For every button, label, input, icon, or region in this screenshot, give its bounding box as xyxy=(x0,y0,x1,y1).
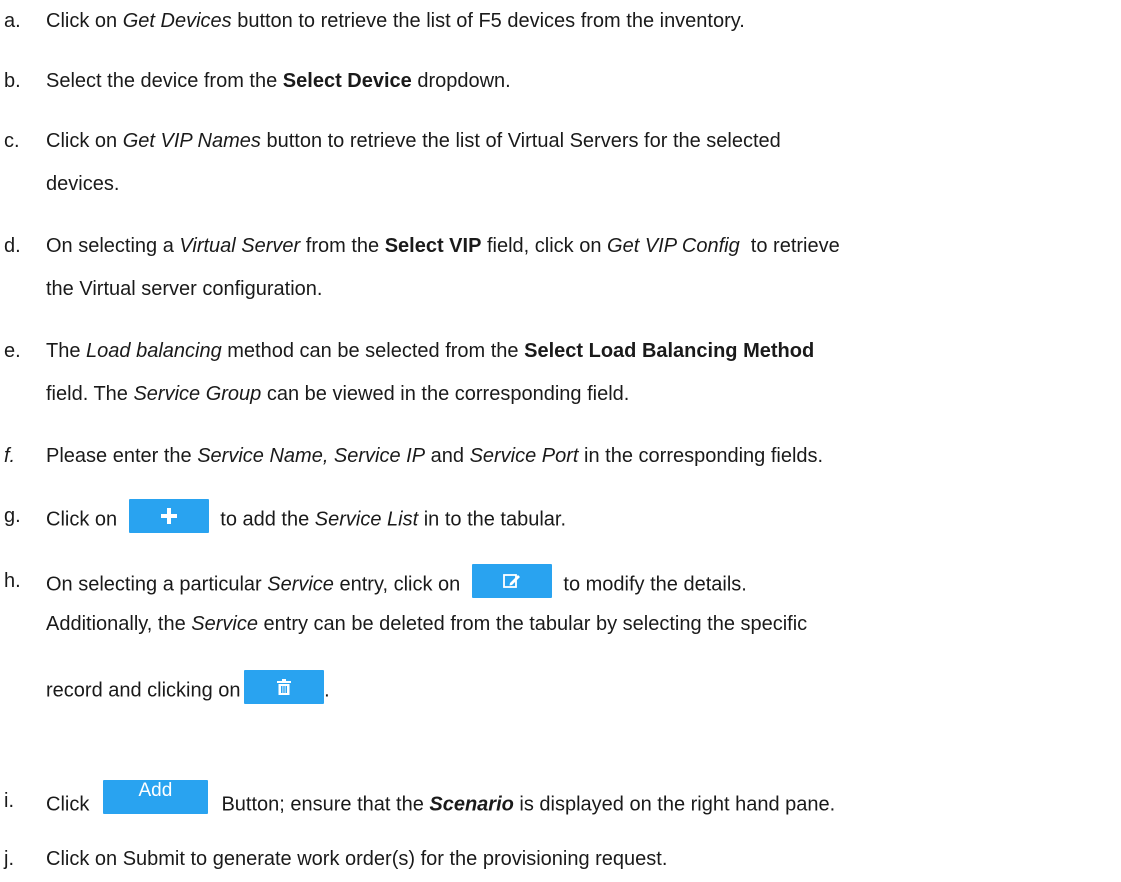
step-line: field. The Service Group can be viewed i… xyxy=(46,381,629,407)
edit-service-button[interactable] xyxy=(471,564,552,598)
step-marker: f. xyxy=(4,445,16,467)
step-text: button to retrieve the list of Virtual S… xyxy=(260,130,781,152)
step-marker: i. xyxy=(4,790,14,812)
step-line: record and clicking on . xyxy=(46,670,330,708)
step-text: Select the device from the xyxy=(46,70,283,92)
step-text: Click xyxy=(46,793,95,816)
step-text: to retrieve xyxy=(739,235,840,257)
add-service-button[interactable] xyxy=(128,499,209,533)
step-d: d. On selecting a Virtual Server from th… xyxy=(4,233,1114,300)
trash-icon xyxy=(277,679,292,695)
step-text: from the xyxy=(300,235,385,257)
step-i: i. Click Add Button; ensure that the Sce… xyxy=(4,780,1114,822)
step-text: The xyxy=(46,340,87,362)
service-port-ref: Service Port xyxy=(469,445,579,467)
step-text: Additionally, the xyxy=(46,613,192,635)
service-group-ref: Service Group xyxy=(133,383,262,405)
step-text: On selecting a particular xyxy=(46,573,268,596)
get-vip-config-ref: Get VIP Config xyxy=(607,235,740,257)
step-text: button to retrieve the list of F5 device… xyxy=(231,10,745,32)
step-text: and xyxy=(425,445,470,467)
service-ref: Service xyxy=(191,613,258,635)
edit-icon xyxy=(502,574,520,588)
step-text: to add the xyxy=(214,508,315,531)
get-vip-names-ref: Get VIP Names xyxy=(122,130,261,152)
step-marker: b. xyxy=(4,70,21,92)
get-devices-ref: Get Devices xyxy=(122,10,232,32)
step-text: field. The xyxy=(46,383,134,405)
plus-icon xyxy=(160,508,177,524)
service-list-ref: Service List xyxy=(314,508,419,531)
step-marker: h. xyxy=(4,570,21,592)
step-text: Click on xyxy=(46,10,123,32)
step-text: method can be selected from the xyxy=(221,340,525,362)
step-text: Click on xyxy=(46,130,123,152)
load-balancing-ref: Load balancing xyxy=(86,340,222,362)
step-marker: a. xyxy=(4,10,21,32)
step-b: b. Select the device from the Select Dev… xyxy=(4,68,1114,94)
step-f: f. Please enter the Service Name, Servic… xyxy=(4,443,1114,469)
step-text: record and clicking on xyxy=(46,679,247,702)
select-lb-method-ref: Select Load Balancing Method xyxy=(524,340,815,362)
step-marker: j. xyxy=(4,848,14,870)
step-text: Click on xyxy=(46,508,123,531)
service-ref: Service xyxy=(267,573,334,596)
step-j: j. Click on Submit to generate work orde… xyxy=(4,846,1114,872)
step-text: in the corresponding fields. xyxy=(578,445,824,467)
step-text: in to the tabular. xyxy=(418,508,567,531)
step-text: to modify the details. xyxy=(557,573,747,596)
step-e: e. The Load balancing method can be sele… xyxy=(4,338,1114,405)
step-marker: g. xyxy=(4,505,21,527)
step-c: c. Click on Get VIP Names button to retr… xyxy=(4,128,1114,195)
step-marker: e. xyxy=(4,340,21,362)
delete-service-button[interactable] xyxy=(244,670,325,704)
step-text: field, click on xyxy=(481,235,608,257)
step-text: entry, click on xyxy=(333,573,466,596)
step-text: Please enter the xyxy=(46,445,198,467)
step-text: . xyxy=(324,679,330,702)
step-text: Button; ensure that the xyxy=(215,793,430,816)
scenario-ref: Scenario xyxy=(429,793,514,816)
step-text: devices. xyxy=(46,173,120,195)
step-marker: d. xyxy=(4,235,21,257)
select-vip-ref: Select VIP xyxy=(384,235,482,257)
step-text: entry can be deleted from the tabular by… xyxy=(257,613,808,635)
step-text: the Virtual server configuration. xyxy=(46,278,323,300)
step-a: a. Click on Get Devices button to retrie… xyxy=(4,8,1114,34)
step-text: Click on Submit to generate work order(s… xyxy=(46,848,668,870)
step-text: On selecting a xyxy=(46,235,180,257)
step-g: g. Click on to add the Service List in t… xyxy=(4,499,1114,537)
step-h: h. On selecting a particular Service ent… xyxy=(4,564,1114,704)
step-text: dropdown. xyxy=(411,70,511,92)
step-text: can be viewed in the corresponding field… xyxy=(261,383,630,405)
select-device-ref: Select Device xyxy=(282,70,412,92)
service-name-ip-ref: Service Name, Service IP xyxy=(197,445,426,467)
step-marker: c. xyxy=(4,130,20,152)
add-button[interactable]: Add xyxy=(102,780,208,814)
step-text: is displayed on the right hand pane. xyxy=(513,793,836,816)
virtual-server-ref: Virtual Server xyxy=(179,235,301,257)
step-line: Additionally, the Service entry can be d… xyxy=(46,611,807,637)
